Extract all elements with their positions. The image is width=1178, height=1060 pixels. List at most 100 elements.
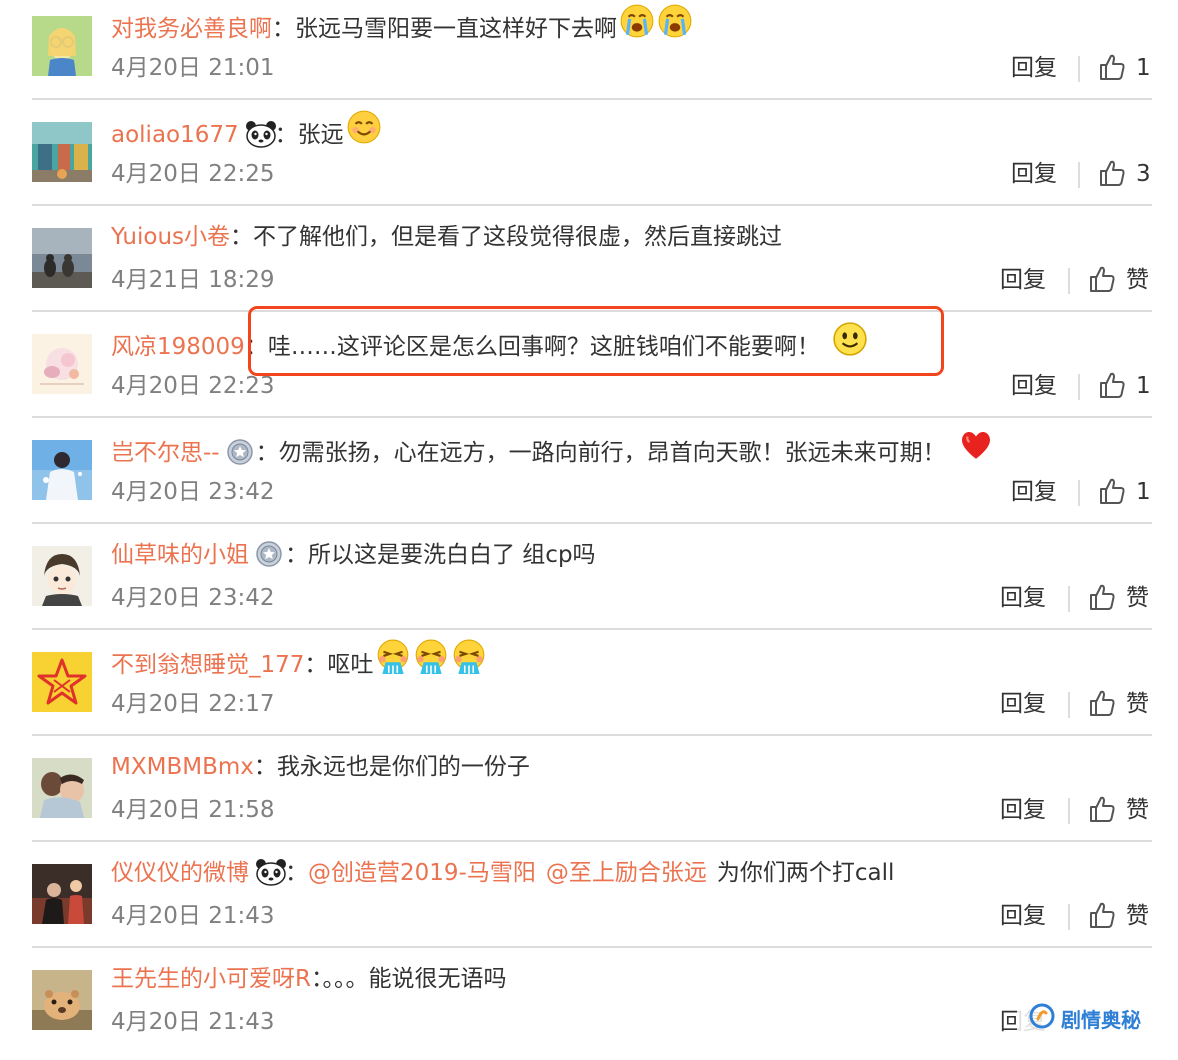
like-button[interactable]: 3 <box>1098 158 1151 190</box>
comment-timestamp: 4月20日 23:42 <box>111 585 275 611</box>
comment-timestamp: 4月20日 21:01 <box>111 55 275 81</box>
thumbs-up-icon <box>1098 54 1126 81</box>
mention-link[interactable]: @至上励合张远 <box>546 860 707 886</box>
comment-content: 岂不尔思-- ：勿需张扬，心在远方，一路向前行，昂首向天歌！张远未来可期！ <box>111 429 994 469</box>
username-link[interactable]: MXMBMBmx <box>111 754 254 780</box>
reply-button[interactable]: 回复 <box>1011 52 1057 84</box>
comment-divider <box>32 416 1152 418</box>
like-button[interactable]: 赞 <box>1088 582 1149 614</box>
username-colon: ： <box>310 966 323 992</box>
comment-timestamp: 4月21日 18:29 <box>111 267 275 293</box>
thumbs-up-icon <box>1088 902 1116 929</box>
username-link[interactable]: 仙草味的小姐 <box>111 542 249 568</box>
thumbs-up-icon <box>1088 796 1116 823</box>
avatar[interactable] <box>32 228 92 288</box>
comment-content: 仙草味的小姐 ：所以这是要洗白白了 组cp吗 <box>111 535 596 575</box>
comment-content: 王先生的小可爱呀R：。。。能说很无语吗 <box>111 959 506 999</box>
comment-timestamp: 4月20日 22:25 <box>111 161 275 187</box>
username-colon: ： <box>272 16 295 42</box>
watermark-logo-icon <box>1029 1003 1055 1034</box>
like-count: 1 <box>1136 373 1151 399</box>
crying-face-icon <box>657 3 693 52</box>
like-count: 赞 <box>1126 585 1149 611</box>
comment-item: Yuious小卷：不了解他们，但是看了这段觉得很虚，然后直接跳过 4月21日 18… <box>0 212 1178 318</box>
comment-timestamp: 4月20日 21:43 <box>111 1009 275 1035</box>
avatar[interactable] <box>32 652 92 712</box>
username-link[interactable]: Yuious小卷 <box>111 224 230 250</box>
highlight-annotation-box <box>248 306 944 376</box>
comment-item: 仪仪仪的微博 ：@创造营2019-马雪阳 @至上励合张远 为你们两个打call 4月2… <box>0 848 1178 954</box>
like-button[interactable]: 1 <box>1098 370 1151 402</box>
reply-button[interactable]: 回复 <box>1011 370 1057 402</box>
like-button[interactable]: 赞 <box>1088 688 1149 720</box>
comment-divider <box>32 946 1152 948</box>
reply-button[interactable]: 回复 <box>1000 794 1046 826</box>
comment-content: aoliao1677 ：张远 <box>111 110 382 151</box>
comment-divider <box>32 204 1152 206</box>
medal-badge-icon <box>226 438 254 466</box>
comment-item: 对我务必善良啊：张远马雪阳要一直这样好下去啊 4月20日 21:01 回复 1 <box>0 0 1178 106</box>
comment-item: 岂不尔思-- ：勿需张扬，心在远方，一路向前行，昂首向天歌！张远未来可期！ 4月… <box>0 424 1178 530</box>
username-link[interactable]: 对我务必善良啊 <box>111 16 272 42</box>
avatar[interactable] <box>32 122 92 182</box>
like-count: 1 <box>1136 479 1151 505</box>
username-link[interactable]: 岂不尔思-- <box>111 440 220 466</box>
panda-badge-icon <box>245 120 276 148</box>
comment-timestamp: 4月20日 21:58 <box>111 797 275 823</box>
action-divider <box>1078 374 1080 400</box>
comment-timestamp: 4月20日 22:17 <box>111 691 275 717</box>
thumbs-up-icon <box>1088 690 1116 717</box>
comment-divider <box>32 734 1152 736</box>
username-colon: ： <box>274 122 298 148</box>
reply-button[interactable]: 回复 <box>1000 264 1046 296</box>
reply-button[interactable]: 回复 <box>1000 900 1046 932</box>
medal-badge-icon <box>255 540 283 568</box>
like-button[interactable]: 赞 <box>1088 264 1149 296</box>
reply-button[interactable]: 回复 <box>1000 688 1046 720</box>
comment-text: 所以这是要洗白白了 组cp吗 <box>308 542 596 568</box>
thumbs-up-icon <box>1098 478 1126 505</box>
avatar[interactable] <box>32 546 92 606</box>
reply-button[interactable]: 回复 <box>1011 158 1057 190</box>
like-count: 赞 <box>1126 903 1149 929</box>
heart-icon <box>958 427 994 476</box>
comment-text: 勿需张扬，心在远方，一路向前行，昂首向天歌！张远未来可期！ <box>278 440 946 466</box>
vomit-face-icon <box>375 639 411 688</box>
comment-timestamp: 4月20日 21:43 <box>111 903 275 929</box>
username-link[interactable]: 王先生的小可爱呀R <box>111 966 311 992</box>
comment-item: 王先生的小可爱呀R：。。。能说很无语吗4月20日 21:43回复 <box>0 954 1178 1060</box>
like-button[interactable]: 1 <box>1098 476 1151 508</box>
avatar[interactable] <box>32 864 92 924</box>
username-link[interactable]: aoliao1677 <box>111 122 239 148</box>
username-colon: ： <box>230 224 254 250</box>
username-link[interactable]: 风凉198009 <box>111 334 245 360</box>
comment-timestamp: 4月20日 23:42 <box>111 479 275 505</box>
avatar[interactable] <box>32 970 92 1030</box>
avatar[interactable] <box>32 16 92 76</box>
username-link[interactable]: 不到翁想睡觉_177 <box>111 652 304 678</box>
action-divider <box>1068 268 1070 294</box>
mention-link[interactable]: @创造营2019-马雪阳 <box>308 860 536 886</box>
action-divider <box>1068 586 1070 612</box>
avatar[interactable] <box>32 758 92 818</box>
comment-text: 不了解他们，但是看了这段觉得很虚，然后直接跳过 <box>253 224 783 250</box>
comment-item: MXMBMBmx：我永远也是你们的一份子 4月20日 21:58 回复 赞 <box>0 742 1178 848</box>
comment-text: 为你们两个打call <box>716 860 895 886</box>
avatar[interactable] <box>32 440 92 500</box>
panda-badge-icon <box>255 858 286 886</box>
reply-button[interactable]: 回复 <box>1011 476 1057 508</box>
comment-divider <box>32 522 1152 524</box>
comment-divider <box>32 840 1152 842</box>
username-colon: ： <box>285 860 308 886</box>
reply-button[interactable]: 回复 <box>1000 582 1046 614</box>
like-button[interactable]: 1 <box>1098 52 1151 84</box>
comment-text: 张远 <box>297 122 344 148</box>
username-link[interactable]: 仪仪仪的微博 <box>111 860 249 886</box>
like-count: 3 <box>1136 161 1151 187</box>
comment-text: 张远马雪阳要一直这样好下去啊 <box>295 16 617 42</box>
comment-item: 不到翁想睡觉_177：呕吐 4月20日 22:17 回复 赞 <box>0 636 1178 742</box>
like-button[interactable]: 赞 <box>1088 794 1149 826</box>
thumbs-up-icon <box>1098 160 1126 187</box>
avatar[interactable] <box>32 334 92 394</box>
like-button[interactable]: 赞 <box>1088 900 1149 932</box>
